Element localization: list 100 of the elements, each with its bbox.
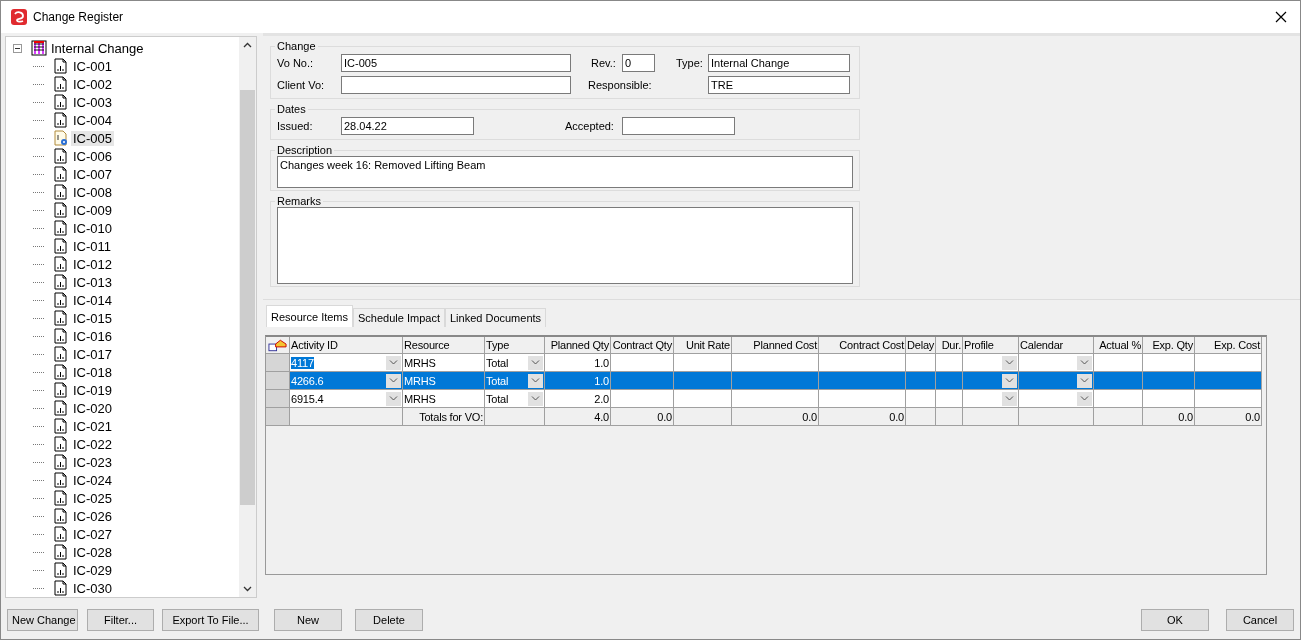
- dropdown-cell[interactable]: [1019, 354, 1094, 372]
- column-header[interactable]: Planned Cost: [732, 337, 819, 354]
- issued-date-field[interactable]: 28.04.22: [341, 117, 474, 135]
- column-header[interactable]: Dur.: [936, 337, 963, 354]
- dropdown-caret-icon[interactable]: [1077, 391, 1092, 406]
- dropdown-cell[interactable]: [963, 372, 1019, 390]
- tree-item[interactable]: IC-025: [71, 490, 115, 506]
- tab[interactable]: Linked Documents: [444, 308, 547, 327]
- column-header[interactable]: Type: [485, 337, 545, 354]
- column-header[interactable]: Planned Qty: [545, 337, 611, 354]
- tree-item[interactable]: IC-026: [71, 508, 115, 524]
- column-header[interactable]: Delay: [906, 337, 936, 354]
- dropdown-caret-icon[interactable]: [528, 373, 543, 388]
- column-header[interactable]: Resource: [403, 337, 485, 354]
- tab[interactable]: Schedule Impact: [353, 308, 445, 327]
- tree-item[interactable]: IC-030: [71, 580, 115, 596]
- tree-item[interactable]: IC-007: [71, 166, 115, 182]
- scroll-down-icon[interactable]: [243, 586, 252, 592]
- column-header[interactable]: Contract Qty: [611, 337, 674, 354]
- footer-button[interactable]: Filter...: [87, 609, 154, 631]
- dropdown-cell[interactable]: 6915.4: [290, 390, 403, 408]
- revision-field[interactable]: 0: [622, 54, 655, 72]
- tree-item[interactable]: IC-016: [71, 328, 115, 344]
- tree-item[interactable]: IC-018: [71, 364, 115, 380]
- tree-item[interactable]: IC-023: [71, 454, 115, 470]
- grid-corner-icon[interactable]: [266, 337, 290, 354]
- tree-item[interactable]: IC-017: [71, 346, 115, 362]
- description-field[interactable]: Changes week 16: Removed Lifting Beam: [277, 156, 853, 188]
- dropdown-caret-icon[interactable]: [386, 391, 401, 406]
- row-header[interactable]: [266, 372, 290, 390]
- dropdown-cell[interactable]: [963, 354, 1019, 372]
- client-vo-field[interactable]: [341, 76, 571, 94]
- row-header[interactable]: [266, 390, 290, 408]
- tree-item[interactable]: IC-015: [71, 310, 115, 326]
- accepted-date-field[interactable]: [622, 117, 735, 135]
- tree-item[interactable]: IC-001: [71, 58, 115, 74]
- dialog-button[interactable]: Cancel: [1226, 609, 1294, 631]
- tab[interactable]: Resource Items: [266, 305, 354, 327]
- dropdown-caret-icon[interactable]: [528, 355, 543, 370]
- grid-button[interactable]: New: [274, 609, 342, 631]
- tree-item[interactable]: IC-004: [71, 112, 115, 128]
- dropdown-caret-icon[interactable]: [1077, 355, 1092, 370]
- column-header[interactable]: Exp. Cost: [1195, 337, 1262, 354]
- dropdown-cell[interactable]: Total: [485, 354, 545, 372]
- tree-item[interactable]: IC-003: [71, 94, 115, 110]
- tree-item[interactable]: IC-024: [71, 472, 115, 488]
- column-header[interactable]: Activity ID: [290, 337, 403, 354]
- tree-item[interactable]: IC-014: [71, 292, 115, 308]
- tree-root-item[interactable]: Internal Change: [49, 40, 146, 56]
- column-header[interactable]: Contract Cost: [819, 337, 906, 354]
- footer-button[interactable]: New Change: [7, 609, 78, 631]
- responsible-field[interactable]: TRE: [708, 76, 850, 94]
- vo-number-field[interactable]: IC-005: [341, 54, 571, 72]
- tree-item[interactable]: IC-010: [71, 220, 115, 236]
- tree-item[interactable]: IC-012: [71, 256, 115, 272]
- dropdown-cell[interactable]: [963, 390, 1019, 408]
- dropdown-cell[interactable]: Total: [485, 390, 545, 408]
- tree-item[interactable]: IC-020: [71, 400, 115, 416]
- dropdown-cell[interactable]: Total: [485, 372, 545, 390]
- column-header[interactable]: Calendar: [1019, 337, 1094, 354]
- tree-item[interactable]: IC-009: [71, 202, 115, 218]
- dropdown-cell[interactable]: 4117: [290, 354, 403, 372]
- tree-item[interactable]: IC-021: [71, 418, 115, 434]
- scroll-thumb[interactable]: [240, 90, 255, 505]
- dropdown-cell[interactable]: [1019, 390, 1094, 408]
- column-header[interactable]: Exp. Qty: [1143, 337, 1195, 354]
- column-header[interactable]: Profile: [963, 337, 1019, 354]
- dropdown-caret-icon[interactable]: [386, 355, 401, 370]
- dropdown-caret-icon[interactable]: [528, 391, 543, 406]
- remarks-field[interactable]: [277, 207, 853, 284]
- tree-item[interactable]: IC-022: [71, 436, 115, 452]
- dropdown-cell[interactable]: 4266.6: [290, 372, 403, 390]
- footer-button[interactable]: Export To File...: [162, 609, 259, 631]
- column-header[interactable]: Actual %: [1094, 337, 1143, 354]
- type-field[interactable]: Internal Change: [708, 54, 850, 72]
- tree-item[interactable]: IC-002: [71, 76, 115, 92]
- tree-item[interactable]: IC-006: [71, 148, 115, 164]
- tree-item[interactable]: IC-028: [71, 544, 115, 560]
- cell-text: Total: [486, 356, 509, 369]
- tree-item[interactable]: IC-011: [71, 238, 114, 254]
- dropdown-caret-icon[interactable]: [1077, 373, 1092, 388]
- tree-item[interactable]: IC-013: [71, 274, 115, 290]
- scroll-up-icon[interactable]: [243, 42, 252, 48]
- row-header[interactable]: [266, 408, 290, 426]
- dialog-button[interactable]: OK: [1141, 609, 1209, 631]
- collapse-icon[interactable]: [13, 43, 22, 53]
- tree-item[interactable]: IC-029: [71, 562, 115, 578]
- scrollbar[interactable]: [239, 37, 256, 597]
- dropdown-caret-icon[interactable]: [1002, 391, 1017, 406]
- dropdown-caret-icon[interactable]: [1002, 373, 1017, 388]
- tree-item[interactable]: IC-008: [71, 184, 115, 200]
- grid-button[interactable]: Delete: [355, 609, 423, 631]
- dropdown-cell[interactable]: [1019, 372, 1094, 390]
- close-icon[interactable]: [1275, 11, 1287, 23]
- column-header[interactable]: Unit Rate: [674, 337, 732, 354]
- tree-item[interactable]: IC-019: [71, 382, 115, 398]
- tree-item[interactable]: IC-027: [71, 526, 115, 542]
- tree-item[interactable]: IC-005: [71, 130, 115, 146]
- dropdown-caret-icon[interactable]: [1002, 355, 1017, 370]
- dropdown-caret-icon[interactable]: [386, 373, 401, 388]
